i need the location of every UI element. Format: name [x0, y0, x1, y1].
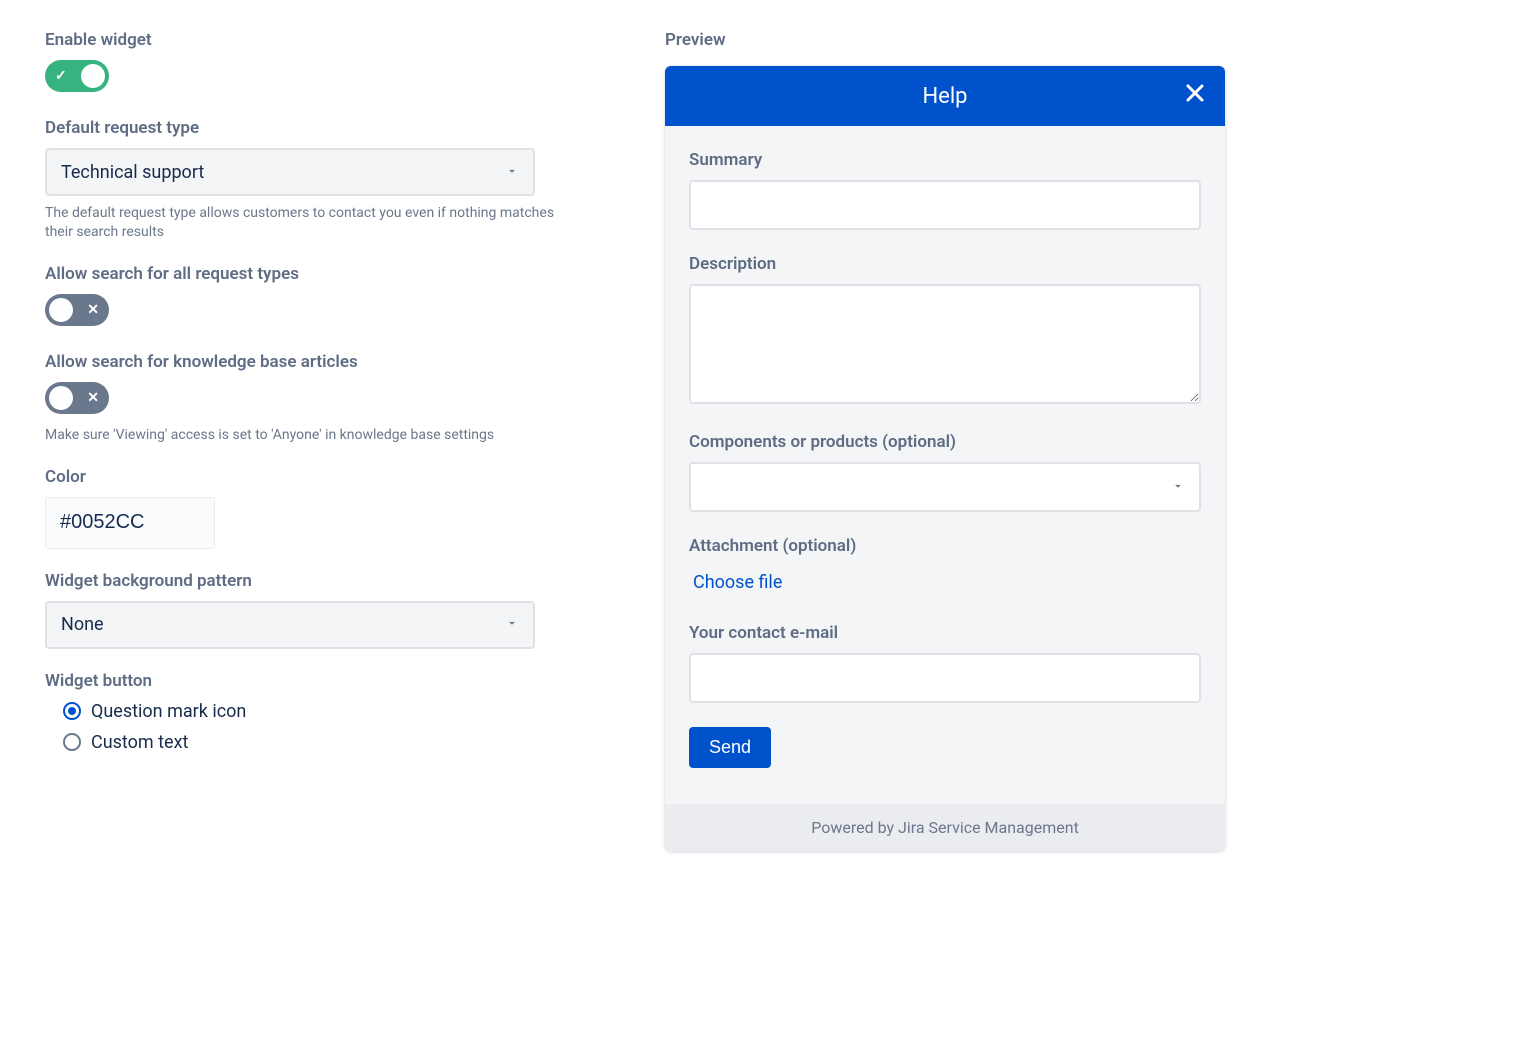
chevron-down-icon — [505, 162, 519, 183]
enable-widget-label: Enable widget — [45, 30, 585, 50]
components-select[interactable] — [689, 462, 1201, 512]
send-button[interactable]: Send — [689, 727, 771, 768]
contact-label: Your contact e-mail — [689, 623, 1201, 643]
allow-search-kb-help: Make sure 'Viewing' access is set to 'An… — [45, 426, 585, 445]
summary-label: Summary — [689, 150, 1201, 170]
x-icon: ✕ — [87, 302, 99, 318]
widget-button-label: Widget button — [45, 671, 585, 691]
pattern-select[interactable]: None — [45, 601, 535, 649]
allow-search-types-toggle[interactable]: ✕ — [45, 294, 109, 326]
attachment-label: Attachment (optional) — [689, 536, 1201, 556]
allow-search-types-label: Allow search for all request types — [45, 264, 585, 284]
radio-dot-icon — [63, 702, 81, 720]
radio-dot-icon — [63, 733, 81, 751]
description-label: Description — [689, 254, 1201, 274]
default-request-value: Technical support — [61, 162, 204, 183]
preview-label: Preview — [665, 30, 1225, 50]
description-textarea[interactable] — [689, 284, 1201, 404]
allow-search-kb-toggle[interactable]: ✕ — [45, 382, 109, 414]
allow-search-kb-label: Allow search for knowledge base articles — [45, 352, 585, 372]
radio-label-icon: Question mark icon — [91, 701, 246, 722]
check-icon: ✓ — [55, 68, 67, 84]
color-swatch — [231, 509, 259, 537]
enable-widget-toggle[interactable]: ✓ — [45, 60, 109, 92]
summary-input[interactable] — [689, 180, 1201, 230]
radio-question-mark-icon[interactable]: Question mark icon — [63, 701, 585, 722]
components-label: Components or products (optional) — [689, 432, 1201, 452]
default-request-label: Default request type — [45, 118, 585, 138]
close-icon[interactable] — [1183, 81, 1207, 111]
color-input[interactable] — [45, 497, 215, 549]
default-request-help: The default request type allows customer… — [45, 204, 585, 242]
preview-header: Help — [665, 66, 1225, 126]
preview-card: Help Summary Description Components or p… — [665, 66, 1225, 851]
color-label: Color — [45, 467, 585, 487]
contact-email-input[interactable] — [689, 653, 1201, 703]
radio-custom-text[interactable]: Custom text — [63, 732, 585, 753]
pattern-label: Widget background pattern — [45, 571, 585, 591]
pattern-value: None — [61, 614, 104, 635]
chevron-down-icon — [1171, 478, 1185, 497]
radio-label-text: Custom text — [91, 732, 188, 753]
preview-title: Help — [922, 84, 967, 109]
chevron-down-icon — [505, 614, 519, 635]
x-icon: ✕ — [87, 390, 99, 406]
preview-footer: Powered by Jira Service Management — [665, 804, 1225, 851]
choose-file-link[interactable]: Choose file — [689, 566, 786, 599]
default-request-select[interactable]: Technical support — [45, 148, 535, 196]
